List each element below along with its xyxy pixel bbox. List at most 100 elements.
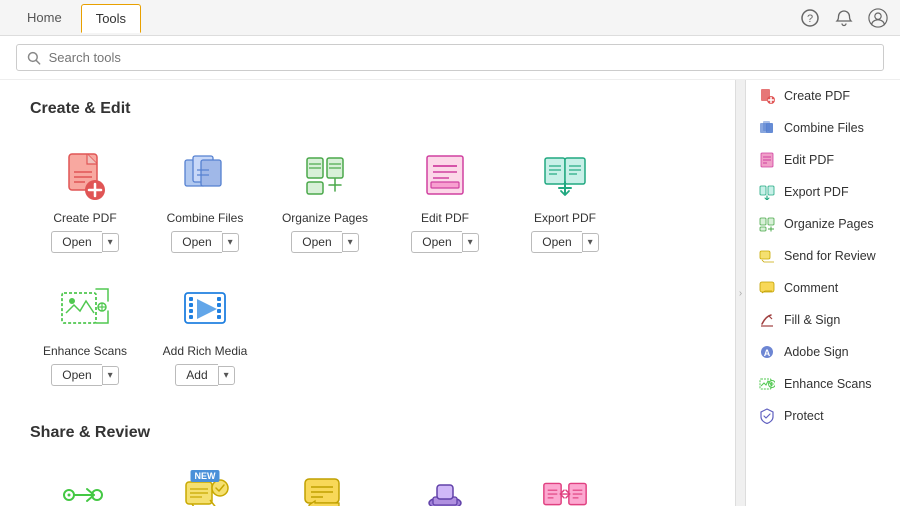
add-rich-media-label: Add Rich Media: [163, 344, 248, 358]
send-files-icon: [60, 472, 110, 506]
notification-icon[interactable]: [834, 8, 854, 28]
sidebar-organize-pages-icon: [758, 215, 776, 233]
organize-pages-arrow-btn[interactable]: ▾: [342, 233, 359, 252]
add-rich-media-btn-wrap: Add ▾: [175, 364, 234, 386]
sidebar-item-fill-sign[interactable]: Fill & Sign: [746, 304, 900, 336]
sidebar-send-review-label: Send for Review: [784, 249, 876, 263]
export-pdf-btn-wrap: Open ▾: [531, 231, 598, 253]
nav-actions: ?: [800, 8, 888, 28]
add-rich-media-add-btn[interactable]: Add: [175, 364, 217, 386]
sidebar-protect-label: Protect: [784, 409, 824, 423]
edit-pdf-open-btn[interactable]: Open: [411, 231, 461, 253]
combine-files-label: Combine Files: [167, 211, 244, 225]
send-review-icon-wrap: NEW: [180, 472, 230, 506]
add-rich-media-arrow-btn[interactable]: ▾: [218, 366, 235, 385]
sidebar-enhance-scans-icon: [758, 375, 776, 393]
export-pdf-open-btn[interactable]: Open: [531, 231, 581, 253]
combine-files-open-btn[interactable]: Open: [171, 231, 221, 253]
sidebar-edit-pdf-label: Edit PDF: [784, 153, 834, 167]
search-icon: [27, 51, 41, 65]
enhance-scans-btn-wrap: Open ▾: [51, 364, 118, 386]
sidebar-item-create-pdf[interactable]: Create PDF: [746, 80, 900, 112]
section-create-edit-title: Create & Edit: [30, 100, 705, 118]
tool-enhance-scans: Enhance Scans Open ▾: [30, 271, 140, 394]
organize-pages-icon: [295, 148, 355, 203]
enhance-scans-icon: [55, 281, 115, 336]
svg-text:A: A: [764, 348, 771, 358]
sidebar-organize-pages-label: Organize Pages: [784, 217, 874, 231]
section-share-review-title: Share & Review: [30, 424, 705, 442]
sidebar-item-adobe-sign[interactable]: A Adobe Sign: [746, 336, 900, 368]
new-badge: NEW: [191, 470, 220, 482]
search-bar: [0, 36, 900, 80]
sidebar-item-export-pdf[interactable]: Export PDF: [746, 176, 900, 208]
create-pdf-btn-wrap: Open ▾: [51, 231, 118, 253]
tool-edit-pdf: Edit PDF Open ▾: [390, 138, 500, 261]
edit-pdf-arrow-btn[interactable]: ▾: [462, 233, 479, 252]
create-pdf-arrow-btn[interactable]: ▾: [102, 233, 119, 252]
sidebar-send-review-icon: [758, 247, 776, 265]
tab-tools[interactable]: Tools: [81, 4, 141, 33]
tool-export-pdf: Export PDF Open ▾: [510, 138, 620, 261]
export-pdf-label: Export PDF: [534, 211, 596, 225]
sidebar-combine-files-icon: [758, 119, 776, 137]
combine-files-icon: [175, 148, 235, 203]
tool-combine-files: Combine Files Open ▾: [150, 138, 260, 261]
sidebar-item-edit-pdf[interactable]: Edit PDF: [746, 144, 900, 176]
sidebar-adobe-sign-label: Adobe Sign: [784, 345, 849, 359]
search-input[interactable]: [49, 50, 873, 65]
sidebar-comment-icon: [758, 279, 776, 297]
user-avatar[interactable]: [868, 8, 888, 28]
sidebar-item-organize-pages[interactable]: Organize Pages: [746, 208, 900, 240]
sidebar-fill-sign-icon: [758, 311, 776, 329]
sidebar-edit-pdf-icon: [758, 151, 776, 169]
sidebar-item-enhance-scans[interactable]: Enhance Scans: [746, 368, 900, 400]
search-input-wrap[interactable]: [16, 44, 884, 71]
tool-compare: [510, 462, 620, 506]
sidebar-item-comment[interactable]: Comment: [746, 272, 900, 304]
sidebar-create-pdf-icon: [758, 87, 776, 105]
chevron-right-icon: ›: [739, 288, 742, 299]
export-pdf-arrow-btn[interactable]: ▾: [582, 233, 599, 252]
edit-pdf-icon: [415, 148, 475, 203]
tool-send-files: [30, 462, 140, 506]
create-pdf-label: Create PDF: [53, 211, 116, 225]
create-edit-grid: Create PDF Open ▾ Combine F: [30, 138, 705, 394]
sidebar-fill-sign-label: Fill & Sign: [784, 313, 840, 327]
combine-files-arrow-btn[interactable]: ▾: [222, 233, 239, 252]
sidebar-comment-label: Comment: [784, 281, 838, 295]
tool-create-pdf: Create PDF Open ▾: [30, 138, 140, 261]
sidebar-toggle[interactable]: ›: [735, 80, 745, 506]
organize-pages-open-btn[interactable]: Open: [291, 231, 341, 253]
enhance-scans-label: Enhance Scans: [43, 344, 127, 358]
tool-organize-pages: Organize Pages Open ▾: [270, 138, 380, 261]
create-pdf-open-btn[interactable]: Open: [51, 231, 101, 253]
sidebar-protect-icon: [758, 407, 776, 425]
tool-add-rich-media: Add Rich Media Add ▾: [150, 271, 260, 394]
export-pdf-icon: [535, 148, 595, 203]
tab-home[interactable]: Home: [12, 3, 77, 32]
tool-stamp: [390, 462, 500, 506]
help-icon[interactable]: ?: [800, 8, 820, 28]
edit-pdf-btn-wrap: Open ▾: [411, 231, 478, 253]
top-nav: Home Tools ?: [0, 0, 900, 36]
sidebar-create-pdf-label: Create PDF: [784, 89, 850, 103]
organize-pages-label: Organize Pages: [282, 211, 368, 225]
sidebar-item-combine-files[interactable]: Combine Files: [746, 112, 900, 144]
sidebar-export-pdf-icon: [758, 183, 776, 201]
sidebar-item-protect[interactable]: Protect: [746, 400, 900, 432]
compare-icon: [540, 472, 590, 506]
sidebar-item-send-review[interactable]: Send for Review: [746, 240, 900, 272]
main-layout: Create & Edit C: [0, 80, 900, 506]
comment-share-icon: [300, 472, 350, 506]
right-sidebar: Create PDF Combine Files: [745, 80, 900, 506]
share-review-grid: NEW: [30, 462, 705, 506]
organize-pages-btn-wrap: Open ▾: [291, 231, 358, 253]
tool-comment-share: [270, 462, 380, 506]
sidebar-combine-files-label: Combine Files: [784, 121, 864, 135]
enhance-scans-arrow-btn[interactable]: ▾: [102, 366, 119, 385]
combine-files-btn-wrap: Open ▾: [171, 231, 238, 253]
sidebar-enhance-scans-label: Enhance Scans: [784, 377, 872, 391]
nav-tabs: Home Tools: [12, 3, 141, 32]
enhance-scans-open-btn[interactable]: Open: [51, 364, 101, 386]
